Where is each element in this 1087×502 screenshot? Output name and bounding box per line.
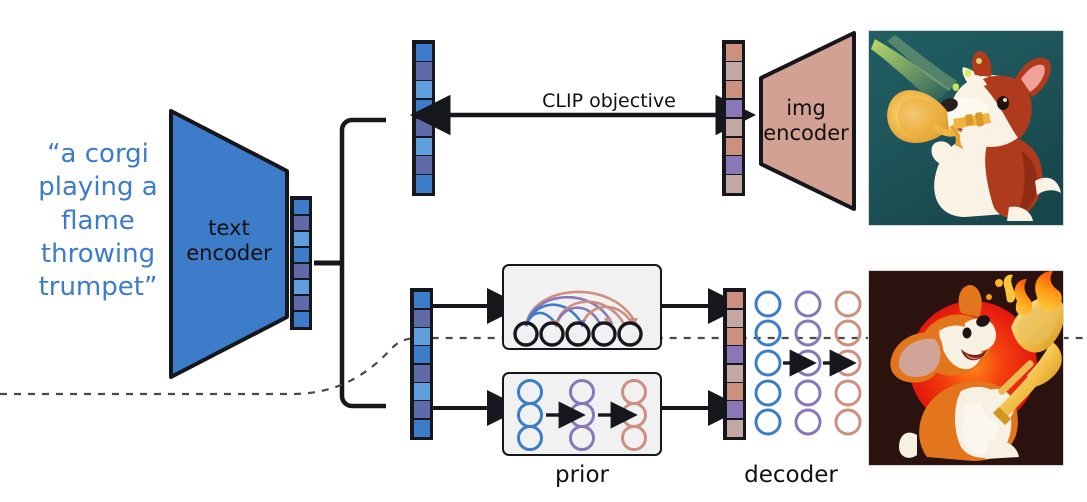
prior-input-arrows [433,288,523,426]
embedding-cell [415,137,432,155]
generated-image-top [868,30,1064,226]
prior-output-arrows [662,288,744,426]
embedding-cell [726,346,743,364]
embedding-cell [726,291,743,309]
embedding-cell [415,118,432,137]
embedding-cell [725,118,742,137]
embedding-cell [415,43,432,61]
clip-objective-arrow [410,94,756,136]
embedding-cell [415,62,432,80]
autoregressive-prior-box [502,264,662,350]
prior-caption: prior [555,462,609,488]
embedding-cell [725,175,742,193]
embedding-cell [413,364,430,382]
embedding-cell [725,137,742,155]
embedding-cell [725,99,742,118]
diagram-canvas: “a corgi playing a flame throwing trumpe… [0,0,1087,502]
embedding-cell [413,383,430,400]
embedding-cell [726,383,743,400]
embedding-cell [725,156,742,174]
embedding-cell [415,156,432,174]
clip-text-embedding-strip [412,40,435,196]
decoder-network [752,288,864,440]
decoder-caption: decoder [744,462,838,488]
generated-image-bottom [868,270,1064,466]
embedding-cell [413,328,430,345]
diffusion-prior-box [502,372,662,456]
embedding-cell [413,291,430,309]
decoder-nodes [754,290,862,436]
embedding-cell [413,401,430,419]
embedding-cell [726,328,743,345]
decoder-input-embedding-strip [723,288,746,440]
embedding-cell [726,364,743,382]
diffusion-prior-nodes [517,379,647,451]
embedding-cell [293,199,309,215]
embedding-cell [413,346,430,364]
embedding-cell [726,419,743,437]
embedding-cell [413,309,430,327]
clip-image-embedding-strip [722,40,745,196]
img-encoder-label: img encoder [763,96,849,145]
embedding-cell [725,81,742,99]
embedding-cell [725,43,742,61]
embedding-cell [413,419,430,437]
embedding-cell [726,309,743,327]
attention-arcs [513,290,643,347]
prior-input-embedding-strip [410,288,433,440]
embedding-cell [415,175,432,193]
embedding-cell [415,81,432,99]
img-encoder: img encoder [758,30,858,212]
embedding-cell [726,401,743,419]
embedding-cell [415,99,432,118]
embedding-cell [725,62,742,80]
